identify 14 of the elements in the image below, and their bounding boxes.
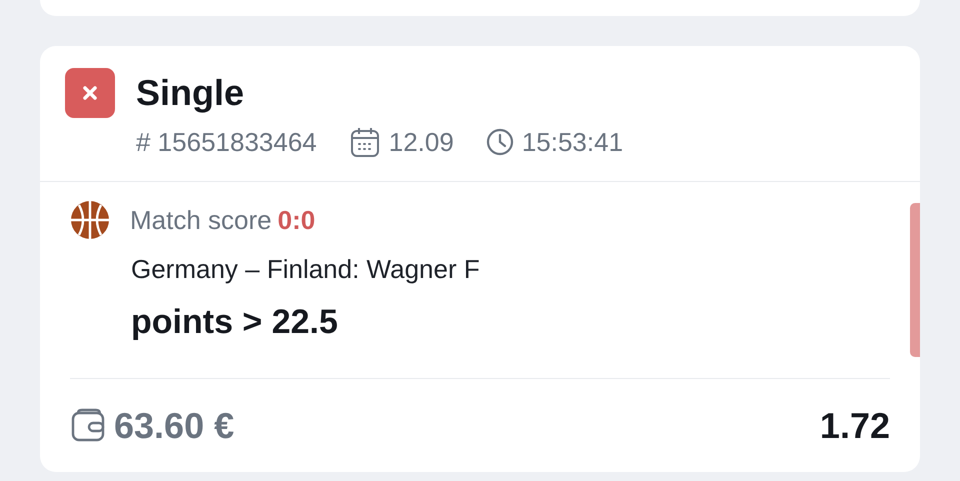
stake-amount: 63.60 € xyxy=(114,405,234,447)
wallet-icon xyxy=(70,408,106,444)
basketball-icon xyxy=(70,200,110,240)
bet-number: # 15651833464 xyxy=(136,126,317,158)
bet-type: Single xyxy=(136,72,244,114)
calendar-icon xyxy=(348,126,381,158)
selection-label: Match score xyxy=(130,204,272,234)
odds-value: 1.72 xyxy=(820,405,890,447)
clock-icon xyxy=(486,128,514,156)
event-name: Germany – Finland: Wagner F xyxy=(131,254,481,285)
market-name: points > 22.5 xyxy=(131,303,339,342)
match-score: 0:0 xyxy=(278,204,316,234)
bet-date: 12.09 xyxy=(388,126,454,158)
bet-time: 15:53:41 xyxy=(522,126,624,158)
